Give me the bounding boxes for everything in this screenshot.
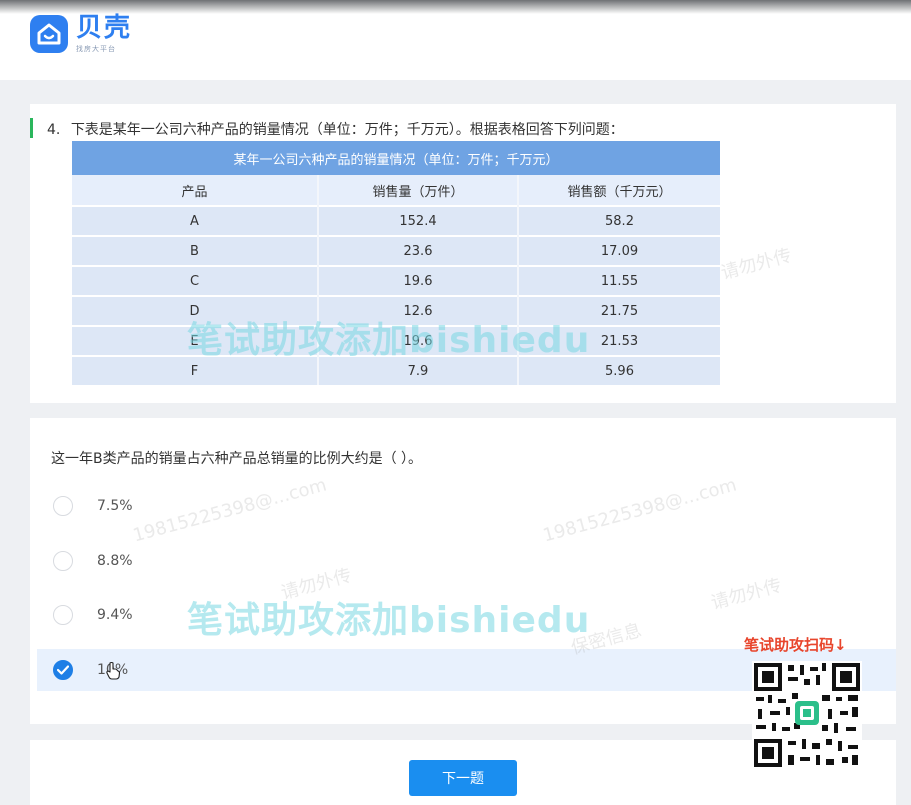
top-shadow <box>0 0 911 14</box>
question-marker <box>30 118 33 138</box>
promo-watermark: 笔试助攻添加bishiedu <box>187 320 591 361</box>
qr-caption: 笔试助攻扫码↓ <box>744 636 847 654</box>
table-row: B 23.6 17.09 <box>72 235 720 266</box>
logo-name: 贝壳 <box>76 13 133 43</box>
option-label: 9.4% <box>97 607 133 623</box>
question-stem: 4. 下表是某年一公司六种产品的销量情况（单位：万件；千万元）。根据表格回答下列… <box>47 119 624 139</box>
table-cell: 58.2 <box>517 205 720 236</box>
radio-button[interactable] <box>53 496 73 516</box>
table-cell: 152.4 <box>317 205 518 236</box>
sub-question-text: 这一年B类产品的销量占六种产品总销量的比例大约是（ ）。 <box>51 451 423 467</box>
column-header: 产品 <box>72 175 318 206</box>
table-cell: 19.6 <box>317 265 518 296</box>
column-header: 销售额（千万元） <box>517 175 720 206</box>
column-header: 销售量（万件） <box>317 175 518 206</box>
radio-button[interactable] <box>53 551 73 571</box>
table-cell: 17.09 <box>517 235 720 266</box>
table-cell: B <box>72 235 318 266</box>
check-icon <box>57 665 69 675</box>
qr-code-icon <box>752 661 862 769</box>
table-title: 某年一公司六种产品的销量情况（单位：万件；千万元） <box>72 141 720 175</box>
question-text: 下表是某年一公司六种产品的销量情况（单位：万件；千万元）。根据表格回答下列问题： <box>70 122 624 138</box>
table-cell: C <box>72 265 318 296</box>
next-question-button[interactable]: 下一题 <box>409 760 517 796</box>
table-cell: A <box>72 205 318 236</box>
table-row: C 19.6 11.55 <box>72 265 720 296</box>
logo-tagline: 找房大平台 <box>76 45 116 53</box>
table-row: A 152.4 58.2 <box>72 205 720 236</box>
option-label: 7.5% <box>97 498 133 514</box>
house-logo-icon <box>30 15 68 53</box>
promo-watermark: 笔试助攻添加bishiedu <box>187 600 591 641</box>
hand-cursor-icon <box>105 661 121 684</box>
table-header-row: 产品 销售量（万件） 销售额（千万元） <box>72 175 720 206</box>
question-number: 4. <box>47 122 61 138</box>
table-cell: 11.55 <box>517 265 720 296</box>
table-cell: 23.6 <box>317 235 518 266</box>
logo[interactable]: 贝壳 找房大平台 <box>30 14 132 54</box>
radio-button[interactable] <box>53 605 73 625</box>
option-label: 8.8% <box>97 553 133 569</box>
radio-button-checked[interactable] <box>53 660 73 680</box>
